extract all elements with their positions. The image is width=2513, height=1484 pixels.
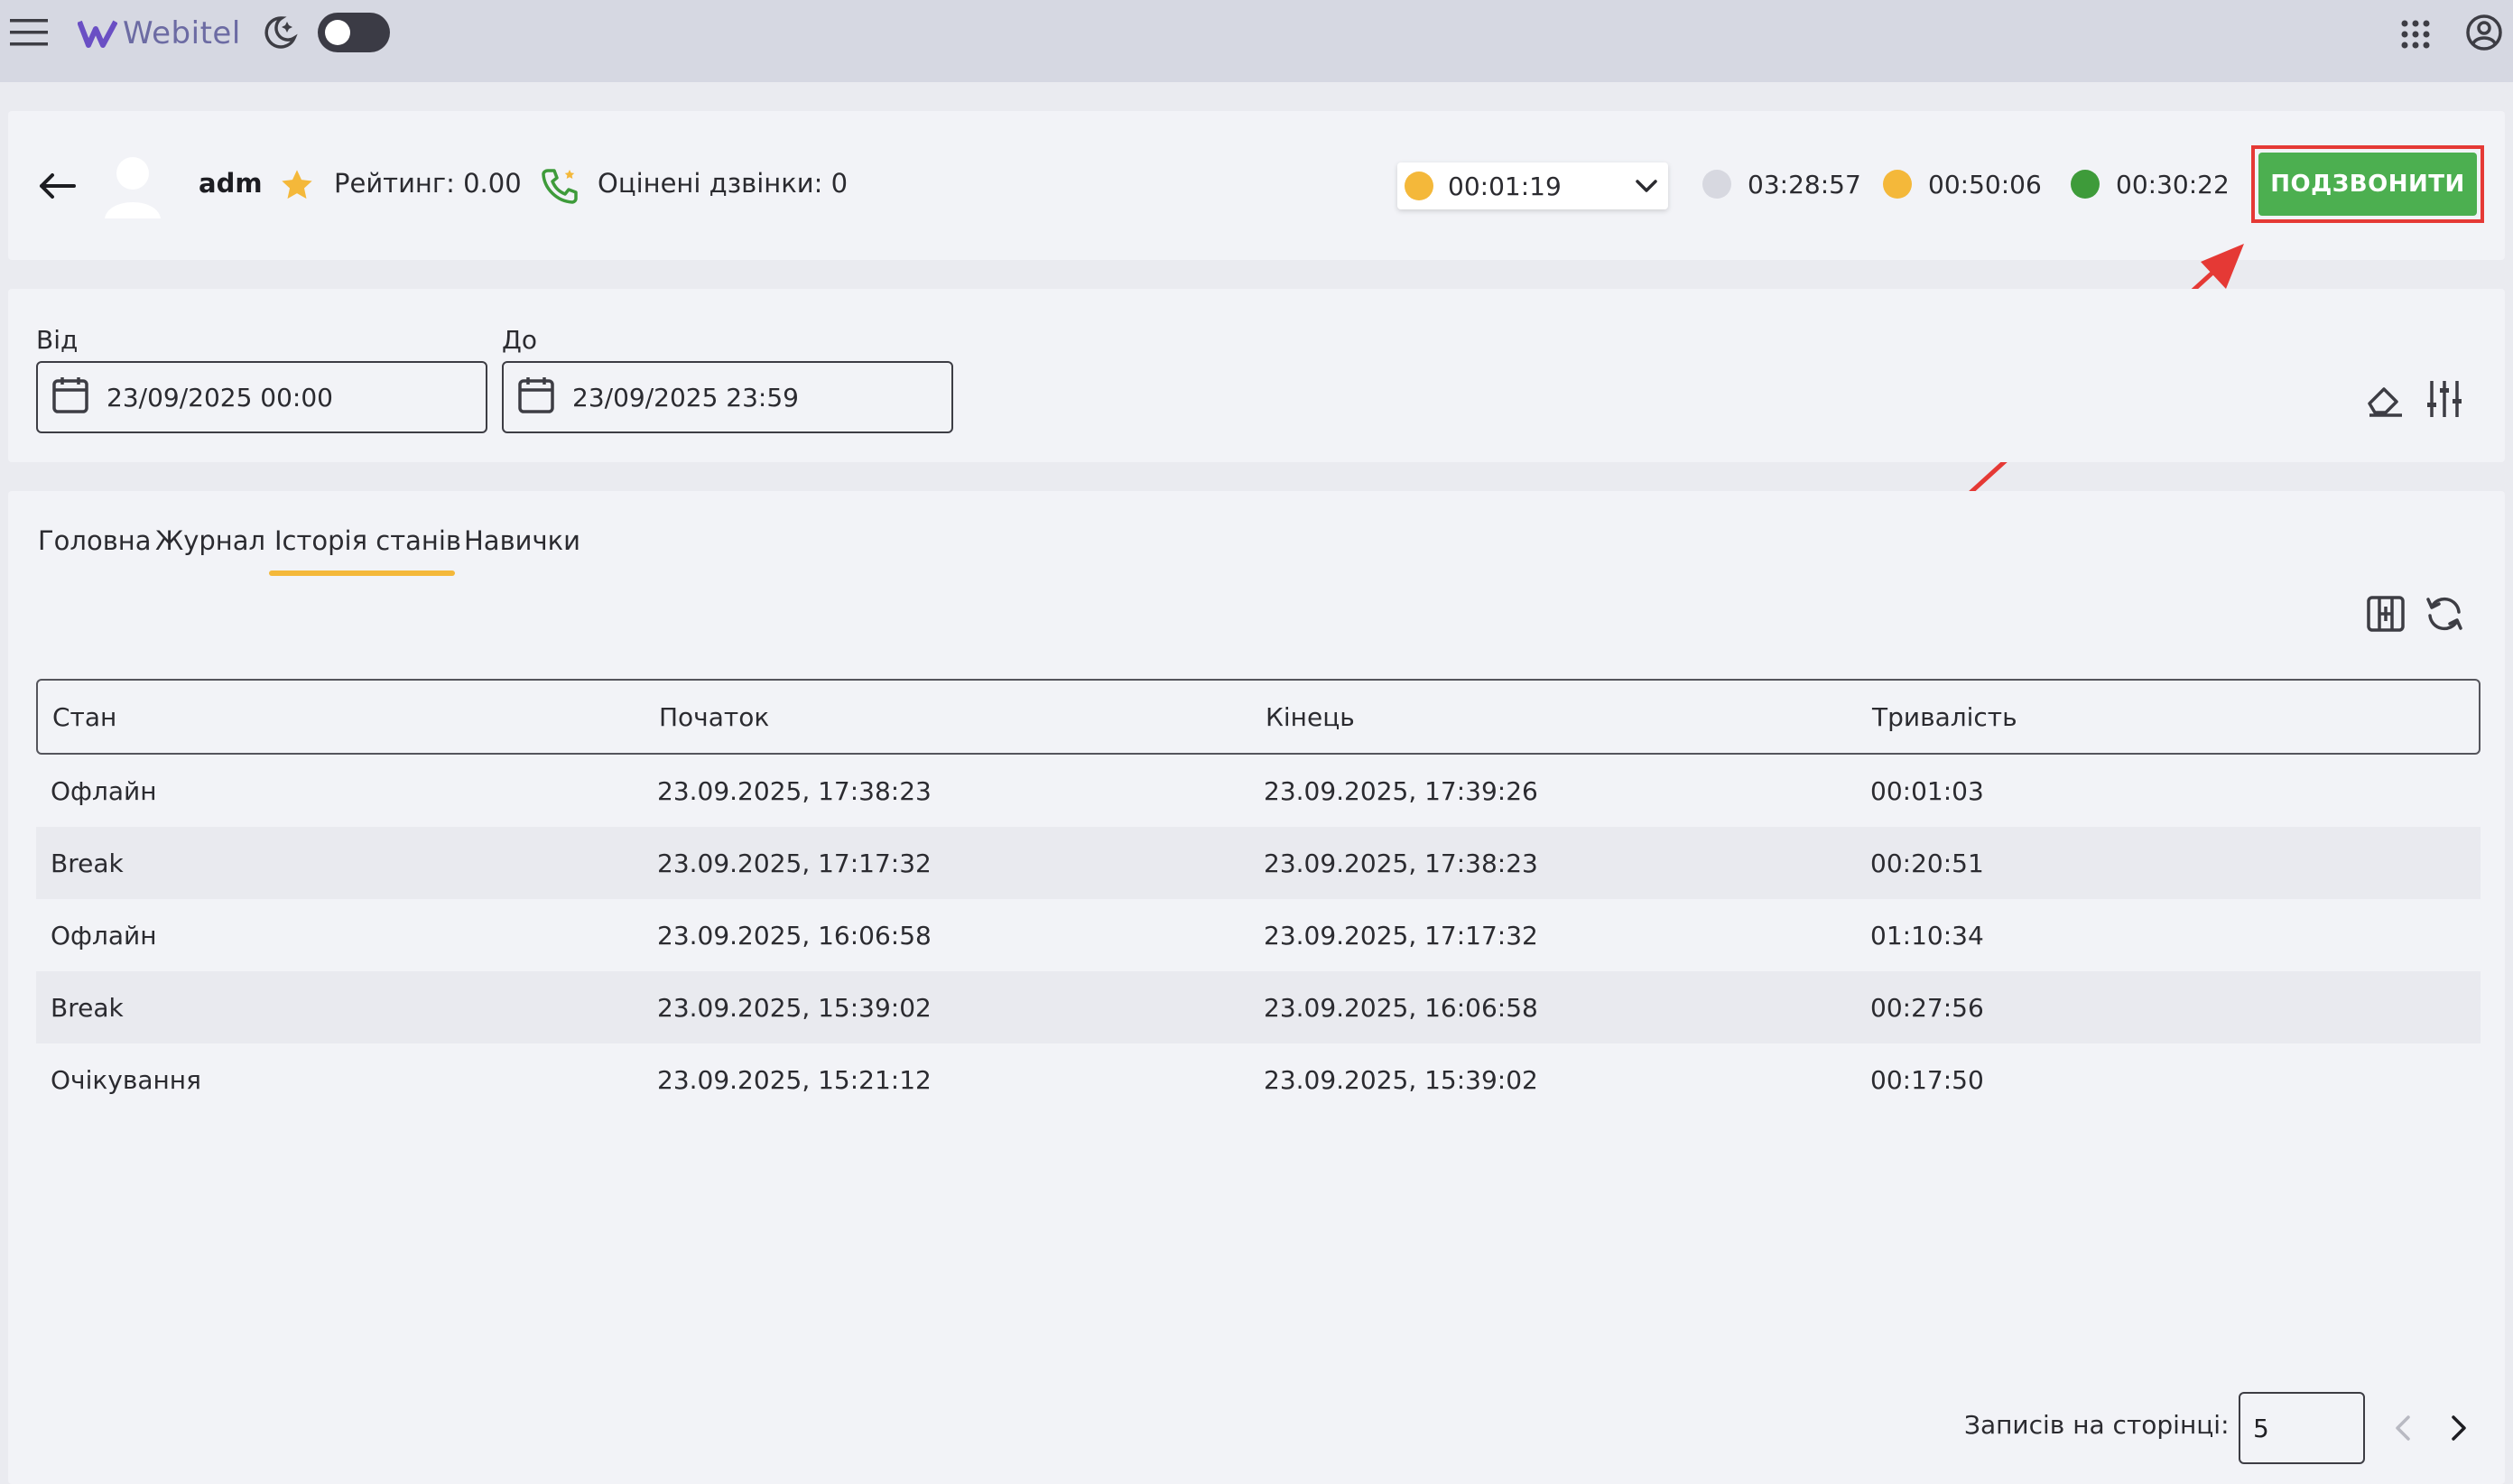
cell-duration: 00:17:50: [1870, 1064, 1984, 1095]
cell-status: Break: [51, 992, 124, 1023]
avatar: [103, 153, 162, 222]
tab-journal[interactable]: Журнал: [155, 525, 265, 556]
refresh-icon[interactable]: [2423, 592, 2466, 635]
agent-rating: Рейтинг: 0.00: [334, 168, 522, 199]
status-select[interactable]: 00:01:19: [1397, 162, 1668, 209]
to-label: До: [502, 325, 538, 355]
stat-dot: [1702, 170, 1731, 199]
to-date-value: 23/09/2025 23:59: [572, 382, 799, 413]
tab-status-history[interactable]: Історія станів: [274, 525, 461, 556]
grid-dots-icon[interactable]: [2397, 16, 2434, 52]
stat-dot: [1883, 170, 1912, 199]
eraser-icon[interactable]: [2365, 379, 2406, 421]
cell-end: 23.09.2025, 16:06:58: [1264, 992, 1538, 1023]
table-row: Break 23.09.2025, 15:39:02 23.09.2025, 1…: [36, 971, 2481, 1043]
cell-duration: 00:01:03: [1870, 775, 1984, 806]
cell-status: Break: [51, 848, 124, 878]
phone-star-icon: [540, 166, 580, 206]
chevron-left-icon[interactable]: [2387, 1410, 2419, 1446]
stat-break: 00:50:06: [1883, 166, 2042, 202]
cell-start: 23.09.2025, 15:21:12: [657, 1064, 932, 1095]
theme-toggle[interactable]: [318, 13, 390, 52]
cell-start: 23.09.2025, 15:39:02: [657, 992, 932, 1023]
stat-time: 00:30:22: [2116, 169, 2230, 199]
cell-duration: 00:27:56: [1870, 992, 1984, 1023]
logo-text: Webitel: [123, 15, 241, 51]
moon-stars-icon[interactable]: [260, 13, 300, 52]
cell-status: Очікування: [51, 1064, 201, 1095]
chevron-right-icon[interactable]: [2443, 1410, 2475, 1446]
active-tab-indicator: [269, 570, 455, 576]
header-start[interactable]: Початок: [644, 702, 1251, 732]
cell-end: 23.09.2025, 15:39:02: [1264, 1064, 1538, 1095]
webitel-logo[interactable]: Webitel: [78, 13, 241, 54]
from-date-value: 23/09/2025 00:00: [107, 382, 333, 413]
stat-online: 00:30:22: [2071, 166, 2230, 202]
stat-offline: 03:28:57: [1702, 166, 1861, 202]
hamburger-icon[interactable]: [9, 14, 49, 51]
call-button-highlight: ПОДЗВОНИТИ: [2251, 145, 2484, 223]
webitel-logo-icon: [78, 20, 117, 48]
table-row: Офлайн 23.09.2025, 17:38:23 23.09.2025, …: [36, 755, 2481, 827]
cell-start: 23.09.2025, 16:06:58: [657, 920, 932, 951]
call-button[interactable]: ПОДЗВОНИТИ: [2258, 153, 2477, 216]
cell-duration: 00:20:51: [1870, 848, 1984, 878]
header-status[interactable]: Стан: [38, 702, 644, 732]
cell-start: 23.09.2025, 17:17:32: [657, 848, 932, 878]
tab-skills[interactable]: Навички: [464, 525, 580, 556]
status-history-table: Стан Початок Кінець Тривалість Офлайн 23…: [36, 679, 2481, 1116]
stat-time: 00:50:06: [1928, 169, 2042, 199]
table-row: Офлайн 23.09.2025, 16:06:58 23.09.2025, …: [36, 899, 2481, 971]
star-icon: [278, 166, 316, 204]
chevron-down-icon: [1634, 173, 1659, 202]
cell-end: 23.09.2025, 17:17:32: [1264, 920, 1538, 951]
table-row: Очікування 23.09.2025, 15:21:12 23.09.20…: [36, 1043, 2481, 1116]
from-date-input[interactable]: 23/09/2025 00:00: [36, 361, 487, 433]
status-dot: [1405, 172, 1433, 200]
stat-time: 03:28:57: [1748, 169, 1861, 199]
top-bar: Webitel: [0, 0, 2513, 82]
agent-name: adm: [199, 168, 263, 199]
user-circle-icon[interactable]: [2464, 13, 2504, 52]
per-page-label: Записів на сторінці:: [1964, 1410, 2230, 1440]
status-time: 00:01:19: [1448, 171, 1562, 201]
calendar-icon: [52, 376, 88, 420]
stat-dot: [2071, 170, 2100, 199]
cell-status: Офлайн: [51, 775, 157, 806]
cell-end: 23.09.2025, 17:38:23: [1264, 848, 1538, 878]
back-arrow-icon[interactable]: [36, 168, 78, 204]
filter-settings-icon[interactable]: [2425, 377, 2464, 421]
header-end[interactable]: Кінець: [1251, 702, 1858, 732]
from-label: Від: [36, 325, 79, 355]
per-page-input[interactable]: 5: [2239, 1392, 2365, 1464]
table-header: Стан Початок Кінець Тривалість: [36, 679, 2481, 755]
rated-calls: Оцінені дзвінки: 0: [598, 168, 848, 199]
column-select-icon[interactable]: [2365, 592, 2406, 635]
to-date-input[interactable]: 23/09/2025 23:59: [502, 361, 953, 433]
cell-duration: 01:10:34: [1870, 920, 1984, 951]
cell-status: Офлайн: [51, 920, 157, 951]
tab-main[interactable]: Головна: [38, 525, 152, 556]
calendar-icon: [518, 376, 554, 420]
table-row: Break 23.09.2025, 17:17:32 23.09.2025, 1…: [36, 827, 2481, 899]
cell-start: 23.09.2025, 17:38:23: [657, 775, 932, 806]
header-duration[interactable]: Тривалість: [1858, 702, 2464, 732]
cell-end: 23.09.2025, 17:39:26: [1264, 775, 1538, 806]
